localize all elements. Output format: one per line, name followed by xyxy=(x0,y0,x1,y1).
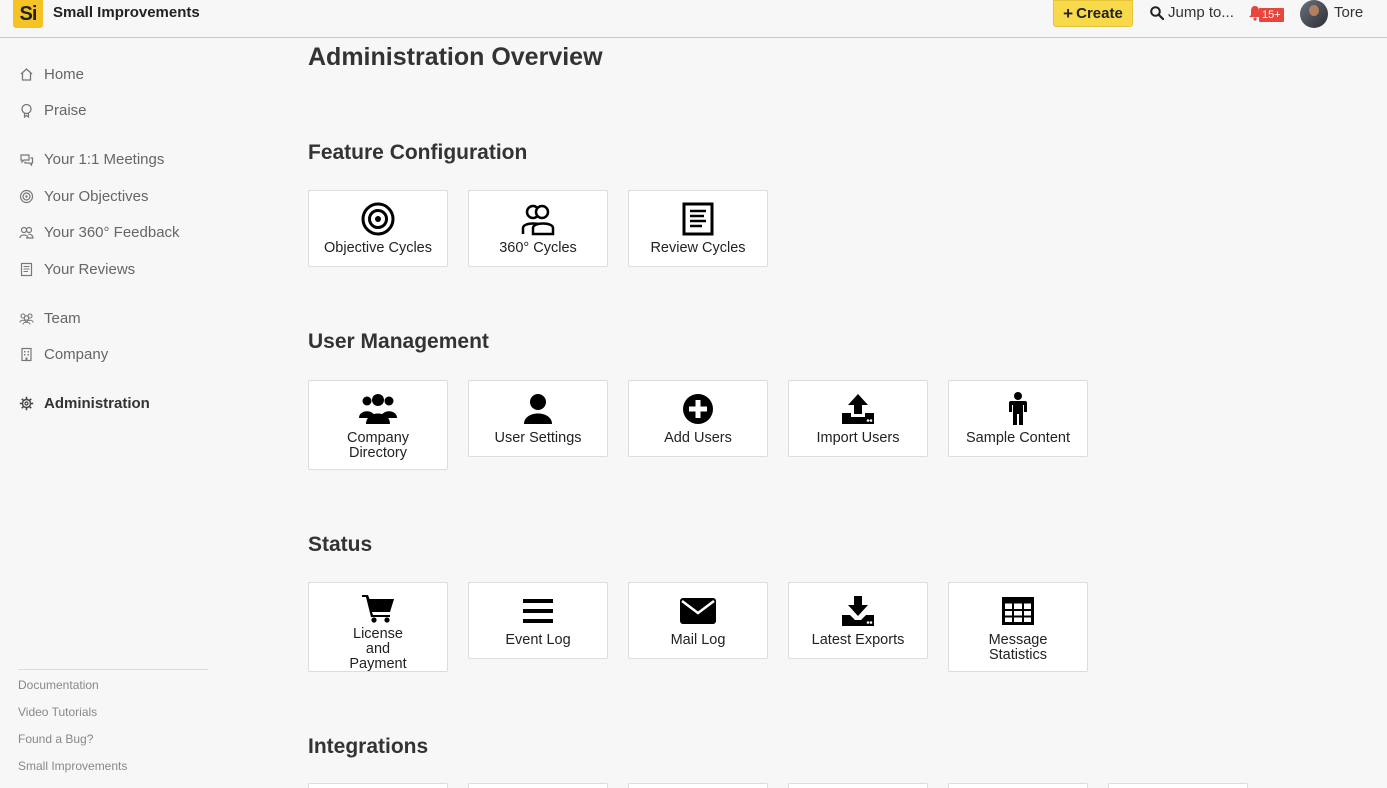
card-label: Company Directory xyxy=(346,430,410,461)
sidebar-item-meetings[interactable]: Your 1:1 Meetings xyxy=(18,151,164,168)
integration-card[interactable] xyxy=(308,783,448,788)
user-settings-card[interactable]: User Settings xyxy=(468,380,608,457)
card-label: Latest Exports xyxy=(811,632,905,648)
latest-exports-card[interactable]: Latest Exports xyxy=(788,582,928,659)
card-label: Sample Content xyxy=(966,430,1070,446)
target-icon xyxy=(361,201,395,237)
table-icon xyxy=(1002,593,1034,629)
target-icon xyxy=(18,189,34,205)
create-label: Create xyxy=(1076,5,1123,22)
sidebar-item-label: Your Objectives xyxy=(44,188,149,205)
mail-log-card[interactable]: Mail Log xyxy=(628,582,768,659)
add-users-card[interactable]: Add Users xyxy=(628,380,768,457)
video-tutorials-link[interactable]: Video Tutorials xyxy=(18,705,208,732)
notification-badge: 15+ xyxy=(1259,8,1284,22)
integration-card[interactable] xyxy=(948,783,1088,788)
home-icon xyxy=(18,67,34,83)
review-cycles-card[interactable]: Review Cycles xyxy=(628,190,768,267)
sidebar-footer-links: Documentation Video Tutorials Found a Bu… xyxy=(18,669,208,786)
plus-icon: + xyxy=(1063,3,1074,23)
sample-content-card[interactable]: Sample Content xyxy=(948,380,1088,457)
page-title: Administration Overview xyxy=(308,43,603,71)
event-log-card[interactable]: Event Log xyxy=(468,582,608,659)
sidebar-item-objectives[interactable]: Your Objectives xyxy=(18,188,149,205)
envelope-icon xyxy=(680,593,716,629)
create-button[interactable]: + Create xyxy=(1053,0,1133,27)
sidebar-item-administration[interactable]: Administration xyxy=(18,395,150,412)
jump-to-search[interactable]: Jump to... xyxy=(1150,4,1234,21)
search-icon xyxy=(1150,5,1164,20)
document-icon xyxy=(682,201,714,237)
sidebar-item-label: Your 360° Feedback xyxy=(44,224,180,241)
license-and-payment-card[interactable]: License and Payment xyxy=(308,582,448,672)
sidebar-item-label: Company xyxy=(44,346,109,363)
people-outline-icon xyxy=(520,201,556,237)
sidebar-item-home[interactable]: Home xyxy=(18,66,84,83)
logo-text: Si xyxy=(19,2,38,25)
sidebar-item-360-feedback[interactable]: Your 360° Feedback xyxy=(18,224,180,241)
cart-icon xyxy=(361,593,395,623)
team-icon xyxy=(18,311,34,327)
user-name: Tore xyxy=(1334,3,1364,21)
sidebar-item-reviews[interactable]: Your Reviews xyxy=(18,261,135,278)
people-icon xyxy=(18,225,34,241)
objective-cycles-card[interactable]: Objective Cycles xyxy=(308,190,448,267)
praise-icon xyxy=(18,103,34,119)
sidebar: Home Praise Your 1:1 Meetings Your Objec… xyxy=(0,39,230,788)
card-label: License and Payment xyxy=(349,626,407,672)
sidebar-item-praise[interactable]: Praise xyxy=(18,102,87,119)
sidebar-item-company[interactable]: Company xyxy=(18,346,108,363)
card-label: Event Log xyxy=(505,632,571,648)
users-group-icon xyxy=(359,391,397,427)
brand-name[interactable]: Small Improvements xyxy=(53,4,200,21)
company-directory-card[interactable]: Company Directory xyxy=(308,380,448,470)
card-label: Add Users xyxy=(664,430,732,446)
integration-card[interactable] xyxy=(468,783,608,788)
sidebar-item-team[interactable]: Team xyxy=(18,310,81,327)
sidebar-item-label: Home xyxy=(44,66,85,83)
section-title-status: Status xyxy=(308,533,373,556)
integration-card[interactable] xyxy=(1108,783,1248,788)
gear-icon xyxy=(18,396,34,412)
jump-label: Jump to... xyxy=(1168,4,1234,21)
360-cycles-card[interactable]: 360° Cycles xyxy=(468,190,608,267)
user-icon xyxy=(523,391,553,427)
card-label: User Settings xyxy=(494,430,582,446)
list-icon xyxy=(523,593,553,629)
notifications-button[interactable]: 15+ xyxy=(1248,4,1284,22)
card-label: Message Statistics xyxy=(988,632,1048,663)
integration-card[interactable] xyxy=(628,783,768,788)
avatar xyxy=(1300,0,1328,28)
chat-icon xyxy=(18,152,34,168)
card-label: 360° Cycles xyxy=(499,240,577,256)
integration-card[interactable] xyxy=(788,783,928,788)
plus-circle-icon xyxy=(682,391,714,427)
found-a-bug-link[interactable]: Found a Bug? xyxy=(18,732,208,759)
download-icon xyxy=(841,593,875,629)
section-title-user-management: User Management xyxy=(308,330,489,353)
message-statistics-card[interactable]: Message Statistics xyxy=(948,582,1088,672)
user-menu[interactable]: Tore xyxy=(1300,0,1363,28)
upload-icon xyxy=(841,391,875,427)
sidebar-item-label: Your Reviews xyxy=(44,261,136,278)
sidebar-item-label: Your 1:1 Meetings xyxy=(44,151,165,168)
documentation-link[interactable]: Documentation xyxy=(18,678,208,705)
card-label: Review Cycles xyxy=(650,240,746,256)
small-improvements-link[interactable]: Small Improvements xyxy=(18,759,208,786)
logo[interactable]: Si xyxy=(13,0,43,28)
person-icon xyxy=(1008,391,1028,427)
section-title-feature-configuration: Feature Configuration xyxy=(308,141,528,164)
building-icon xyxy=(18,347,34,363)
sidebar-item-label: Team xyxy=(44,310,81,327)
top-bar: Si Small Improvements + Create Jump to..… xyxy=(0,0,1387,38)
section-title-integrations: Integrations xyxy=(308,735,429,758)
sidebar-item-label: Praise xyxy=(44,102,87,119)
sidebar-item-label: Administration xyxy=(44,395,150,412)
document-icon xyxy=(18,262,34,278)
card-label: Mail Log xyxy=(670,632,726,648)
import-users-card[interactable]: Import Users xyxy=(788,380,928,457)
card-label: Objective Cycles xyxy=(324,240,432,256)
card-label: Import Users xyxy=(816,430,900,446)
